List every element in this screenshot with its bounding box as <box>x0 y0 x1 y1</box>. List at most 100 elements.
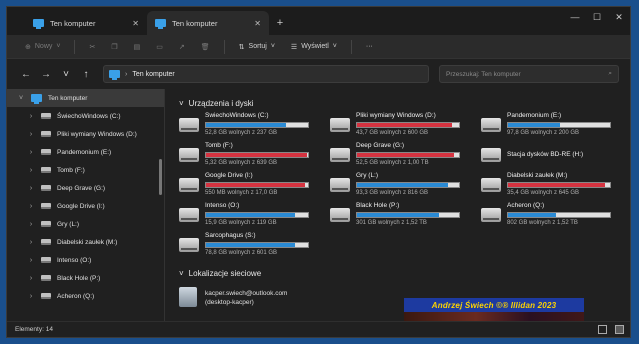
chevron-right-icon[interactable]: › <box>27 275 35 282</box>
rename-button[interactable]: ▭ <box>150 38 169 56</box>
view-switcher <box>598 325 624 334</box>
network-location-text: kacper.swiech@outlook.com (desktop-kacpe… <box>205 287 287 307</box>
address-bar[interactable]: › Ten komputer <box>103 65 429 83</box>
drive-info: Gry (L:) 93,3 GB wolnych z 816 GB <box>356 172 470 196</box>
network-section-header[interactable]: ˅ Lokalizacje sieciowe <box>179 265 630 281</box>
close-window-button[interactable]: ✕ <box>608 7 630 27</box>
drive-tile[interactable]: Acheron (Q:) 802 GB wolnych z 1,52 TB <box>481 202 621 229</box>
sidebar-item[interactable]: › Acheron (Q:) <box>7 287 164 305</box>
drive-icon <box>41 131 51 137</box>
drive-tile[interactable]: Gry (L:) 93,3 GB wolnych z 816 GB <box>330 172 470 199</box>
devices-section-header[interactable]: ˅ Urządzenia i dyski <box>179 95 630 111</box>
sidebar-item-label: Black Hole (P:) <box>57 274 101 282</box>
drives-grid: ŚwiechoWindows (C:) 52,8 GB wolnych z 237… <box>179 112 630 259</box>
scrollbar[interactable] <box>159 159 162 195</box>
tiles-view-icon[interactable] <box>615 325 624 334</box>
sidebar-item[interactable]: › Google Drive (I:) <box>7 197 164 215</box>
chevron-down-icon: ˅ <box>56 43 61 50</box>
sidebar-item[interactable]: › Diabelski zaułek (M:) <box>7 233 164 251</box>
chevron-right-icon[interactable]: › <box>27 131 35 138</box>
drive-free-space: 52,8 GB wolnych z 237 GB <box>205 130 278 136</box>
chevron-down-icon: ˅ <box>179 268 184 278</box>
chevron-right-icon[interactable]: › <box>27 113 35 120</box>
search-input[interactable]: Przeszukaj: Ten komputer ⌕ <box>439 65 619 83</box>
sidebar-item[interactable]: › Gry (L:) <box>7 215 164 233</box>
drive-icon <box>179 238 199 252</box>
usage-bar <box>205 152 309 158</box>
drive-tile[interactable]: Diabelski zaułek (M:) 35,4 GB wolnych z 6… <box>481 172 621 199</box>
drive-icon <box>41 257 51 263</box>
minimize-button[interactable]: — <box>564 7 586 27</box>
chevron-right-icon[interactable]: › <box>27 239 35 246</box>
recent-button[interactable]: ˅ <box>57 65 75 83</box>
divider <box>74 39 76 54</box>
forward-button[interactable]: → <box>37 65 55 83</box>
drive-tile[interactable]: Stacja dysków BD-RE (H:) <box>481 142 621 169</box>
chevron-down-icon[interactable]: ˅ <box>17 95 25 102</box>
arrow-up-icon: ↑ <box>83 68 89 80</box>
drive-tile[interactable]: Black Hole (P:) 301 GB wolnych z 1,52 TB <box>330 202 470 229</box>
cut-button[interactable]: ✂ <box>83 38 101 56</box>
details-view-icon[interactable] <box>598 325 607 334</box>
usage-bar <box>356 182 460 188</box>
close-tab-icon[interactable]: ✕ <box>132 19 139 28</box>
usage-fill <box>357 153 454 157</box>
drive-icon <box>41 113 51 119</box>
close-tab-icon[interactable]: ✕ <box>254 19 261 28</box>
sidebar-item[interactable]: › Black Hole (P:) <box>7 269 164 287</box>
drive-tile[interactable]: Pliki wymiany Windows (D:) 43,7 GB wolnyc… <box>330 112 470 139</box>
drive-icon <box>330 208 350 222</box>
drive-tile[interactable]: Deep Grave (G:) 52,5 GB wolnych z 1,00 TB <box>330 142 470 169</box>
sidebar-item[interactable]: › Intenso (O:) <box>7 251 164 269</box>
computer-icon <box>31 94 42 104</box>
maximize-button[interactable]: ☐ <box>586 7 608 27</box>
drive-name: Black Hole (P:) <box>356 202 400 209</box>
usage-bar <box>205 242 309 248</box>
new-button[interactable]: ⊕ Nowy ˅ <box>19 38 66 56</box>
more-button[interactable]: ··· <box>360 38 379 56</box>
chevron-right-icon[interactable]: › <box>27 293 35 300</box>
drive-tile[interactable]: Tomb (F:) 5,32 GB wolnych z 639 GB <box>179 142 319 169</box>
drive-name: Tomb (F:) <box>205 142 233 149</box>
drive-tile[interactable]: Sarcophagus (S:) 78,8 GB wolnych z 601 GB <box>179 232 319 259</box>
share-button[interactable]: ↗ <box>173 38 191 56</box>
tab-1[interactable]: Ten komputer ✕ <box>25 11 147 35</box>
sort-button[interactable]: ⇅ Sortuj ˅ <box>233 38 281 56</box>
sidebar-item[interactable]: › Tomb (F:) <box>7 161 164 179</box>
drive-name: Sarcophagus (S:) <box>205 232 256 239</box>
copy-button[interactable]: ❐ <box>105 38 123 56</box>
drive-tile[interactable]: ŚwiechoWindows (C:) 52,8 GB wolnych z 237… <box>179 112 319 139</box>
delete-button[interactable]: 🗑 <box>195 38 216 56</box>
chevron-right-icon[interactable]: › <box>27 149 35 156</box>
tab-2[interactable]: Ten komputer ✕ <box>147 11 269 35</box>
chevron-right-icon[interactable]: › <box>27 185 35 192</box>
sidebar-item[interactable]: ˅ Ten komputer <box>7 89 164 107</box>
chevron-right-icon[interactable]: › <box>27 257 35 264</box>
usage-fill <box>357 123 452 127</box>
drive-free-space: 52,5 GB wolnych z 1,00 TB <box>356 160 429 166</box>
up-button[interactable]: ↑ <box>77 65 95 83</box>
back-button[interactable]: ← <box>17 65 35 83</box>
drive-name: ŚwiechoWindows (C:) <box>205 112 269 119</box>
usage-fill <box>357 213 439 217</box>
view-button[interactable]: ☰ Wyświetl ˅ <box>285 38 343 56</box>
sidebar-item[interactable]: › ŚwiechoWindows (C:) <box>7 107 164 125</box>
sidebar-item[interactable]: › Pliki wymiany Windows (D:) <box>7 125 164 143</box>
drive-free-space: 97,8 GB wolnych z 200 GB <box>507 130 580 136</box>
drive-name: Stacja dysków BD-RE (H:) <box>507 151 584 158</box>
item-count: Elementy: 14 <box>15 326 53 333</box>
drive-free-space: 802 GB wolnych z 1,52 TB <box>507 220 578 226</box>
sidebar-item[interactable]: › Pandemonium (E:) <box>7 143 164 161</box>
drive-tile[interactable]: Pandemonium (E:) 97,8 GB wolnych z 200 GB <box>481 112 621 139</box>
chevron-right-icon[interactable]: › <box>27 221 35 228</box>
paste-button[interactable]: ▤ <box>128 38 147 56</box>
chevron-right-icon[interactable]: › <box>27 203 35 210</box>
usage-bar <box>356 212 460 218</box>
drive-icon <box>179 118 199 132</box>
drive-info: Deep Grave (G:) 52,5 GB wolnych z 1,00 TB <box>356 142 470 166</box>
drive-tile[interactable]: Google Drive (I:) 550 MB wolnych z 17,0 G… <box>179 172 319 199</box>
chevron-right-icon[interactable]: › <box>27 167 35 174</box>
drive-tile[interactable]: Intenso (O:) 15,9 GB wolnych z 119 GB <box>179 202 319 229</box>
new-tab-button[interactable]: + <box>269 11 291 35</box>
sidebar-item[interactable]: › Deep Grave (G:) <box>7 179 164 197</box>
